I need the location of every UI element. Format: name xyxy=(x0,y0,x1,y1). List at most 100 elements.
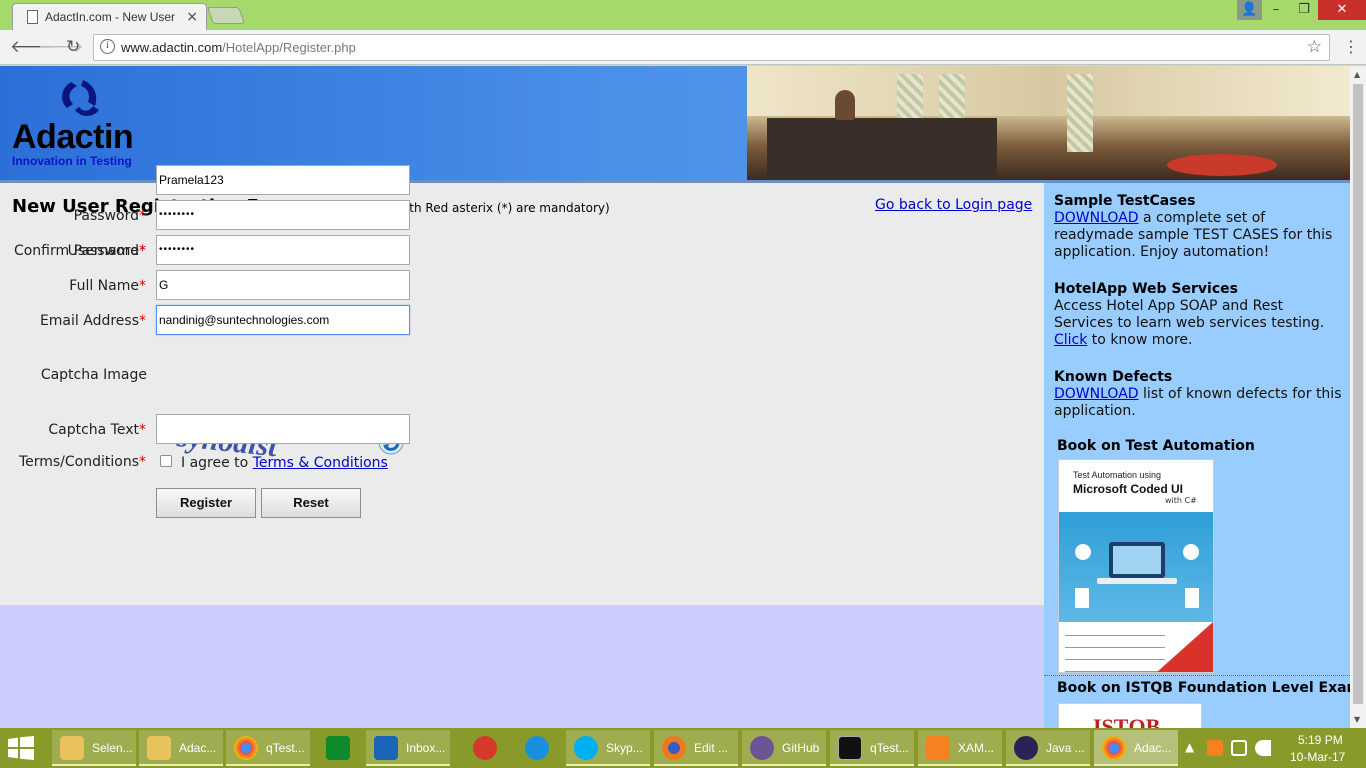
captcha-text-input[interactable] xyxy=(156,414,410,444)
folder-icon xyxy=(60,736,84,760)
email-label-text: Email Address xyxy=(39,313,139,329)
browser-menu-icon[interactable]: ⋮ xyxy=(1343,37,1359,56)
volume-muted-icon[interactable] xyxy=(1255,740,1271,756)
taskbar-item-cmd-qtest[interactable]: qTest... xyxy=(830,730,914,766)
taskbar-item-eclipse-java[interactable]: Java ... xyxy=(1006,730,1090,766)
scroll-thumb[interactable] xyxy=(1353,84,1363,704)
book1-cover-line2: Microsoft Coded UI xyxy=(1073,482,1183,496)
testcases-heading: Sample TestCases xyxy=(1054,193,1196,209)
github-icon xyxy=(750,736,774,760)
taskbar-item-chrome-qtest[interactable]: qTest... xyxy=(226,730,310,766)
taskbar-label: Adac... xyxy=(1134,741,1172,755)
confirm-password-input[interactable]: •••••••• xyxy=(156,235,410,265)
browser-tab-bar: AdactIn.com - New User × 👤 – ❐ ✕ xyxy=(0,0,1366,30)
email-input[interactable]: nandinig@suntechnologies.com xyxy=(156,305,410,335)
outlook-icon xyxy=(374,736,398,760)
book2-cover-text: ISTQB xyxy=(1093,714,1161,728)
defects-download-link[interactable]: DOWNLOAD xyxy=(1054,386,1139,402)
taskbar-item-internet-explorer[interactable] xyxy=(512,730,562,766)
terms-label: Terms/Conditions* xyxy=(19,454,146,470)
taskbar-item-chrome-adactin[interactable]: Adac... xyxy=(1094,730,1178,766)
sidebar: Sample TestCases DOWNLOAD a complete set… xyxy=(1044,183,1350,728)
url-path: /HotelApp/Register.php xyxy=(222,40,356,55)
webservices-text: Access Hotel App SOAP and Rest Services … xyxy=(1054,298,1344,349)
command-prompt-icon xyxy=(838,736,862,760)
eclipse-icon xyxy=(1014,736,1038,760)
user-profile-icon[interactable]: 👤 xyxy=(1237,0,1262,20)
minimize-button[interactable]: – xyxy=(1262,0,1290,20)
book2-cover-image[interactable]: ISTQB xyxy=(1058,703,1202,728)
webservices-heading: HotelApp Web Services xyxy=(1054,281,1238,297)
taskbar-item-xampp[interactable]: XAM... xyxy=(918,730,1002,766)
page-icon xyxy=(27,10,38,24)
browser-toolbar: 🡐 🡒 ↻ i www.adactin.com/HotelApp/Registe… xyxy=(0,30,1366,65)
back-to-login-link[interactable]: Go back to Login page xyxy=(875,197,1032,213)
required-asterisk: * xyxy=(139,422,146,438)
webservices-desc2: to know more. xyxy=(1087,332,1193,348)
testcases-text: DOWNLOAD a complete set of readymade sam… xyxy=(1054,210,1344,261)
book1-heading: Book on Test Automation xyxy=(1057,438,1255,454)
captcha-image-label: Captcha Image xyxy=(40,367,147,383)
taskbar-item-outlook[interactable]: Inbox... xyxy=(366,730,450,766)
tab-close-icon[interactable]: × xyxy=(186,9,198,25)
scroll-up-icon[interactable]: ▲ xyxy=(1354,70,1360,79)
chrome-icon xyxy=(1102,736,1126,760)
register-button[interactable]: Register xyxy=(156,488,256,518)
tray-expand-icon[interactable]: ▲ xyxy=(1185,740,1194,754)
bookmark-star-icon[interactable]: ☆ xyxy=(1307,37,1322,57)
address-url[interactable]: www.adactin.com/HotelApp/Register.php xyxy=(121,40,356,55)
url-host: www.adactin.com xyxy=(121,40,223,55)
taskbar-label: Edit ... xyxy=(694,741,729,755)
clock-date[interactable]: 10-Mar-17 xyxy=(1290,750,1345,764)
network-icon[interactable] xyxy=(1231,740,1247,756)
full-name-input[interactable]: G xyxy=(156,270,410,300)
captcha-text-label: Captcha Text* xyxy=(48,422,146,438)
reload-icon[interactable]: ↻ xyxy=(66,37,80,57)
taskbar-label: Java ... xyxy=(1046,741,1085,755)
new-tab-button[interactable] xyxy=(206,7,246,24)
taskbar-item-ccleaner[interactable] xyxy=(460,730,510,766)
terms-label-text: Terms/Conditions xyxy=(18,454,139,470)
taskbar-item-skype[interactable]: Skyp... xyxy=(566,730,650,766)
store-icon xyxy=(326,736,350,760)
taskbar-label: qTest... xyxy=(870,741,909,755)
page-scrollbar[interactable]: ▲ ▼ xyxy=(1350,66,1366,728)
webservices-click-link[interactable]: Click xyxy=(1054,332,1087,348)
site-info-icon[interactable]: i xyxy=(100,39,115,54)
password-label: Password* xyxy=(74,208,146,224)
agree-text: I agree to Terms & Conditions xyxy=(181,455,388,471)
taskbar-item-firefox[interactable]: Edit ... xyxy=(654,730,738,766)
agree-prefix: I agree to xyxy=(181,455,253,471)
firefox-icon xyxy=(662,736,686,760)
windows-start-icon[interactable] xyxy=(8,736,34,760)
clock-time[interactable]: 5:19 PM xyxy=(1298,733,1343,747)
username-input[interactable]: Pramela123 xyxy=(156,165,410,195)
book1-cover-image[interactable]: Test Automation using Microsoft Coded UI… xyxy=(1058,459,1214,673)
taskbar-item-github[interactable]: GitHub xyxy=(742,730,826,766)
taskbar-item-selenium-folder[interactable]: Selen... xyxy=(52,730,136,766)
browser-tab[interactable]: AdactIn.com - New User × xyxy=(12,3,207,30)
full-name-label-text: Full Name xyxy=(69,278,139,294)
taskbar-label: Skyp... xyxy=(606,741,643,755)
taskbar-label: XAM... xyxy=(958,741,995,755)
xampp-tray-icon[interactable] xyxy=(1207,740,1223,756)
terms-link[interactable]: Terms & Conditions xyxy=(253,455,388,471)
taskbar-item-adactin-folder[interactable]: Adac... xyxy=(139,730,223,766)
maximize-button[interactable]: ❐ xyxy=(1290,0,1318,20)
full-name-label: Full Name* xyxy=(69,278,146,294)
taskbar-label: Inbox... xyxy=(406,741,446,755)
required-asterisk: * xyxy=(139,243,146,259)
book1-cover-line1: Test Automation using xyxy=(1073,470,1162,480)
scroll-down-icon[interactable]: ▼ xyxy=(1354,715,1360,724)
defects-text: DOWNLOAD list of known defects for this … xyxy=(1054,386,1344,420)
reset-button[interactable]: Reset xyxy=(261,488,361,518)
address-bar[interactable]: i www.adactin.com/HotelApp/Register.php … xyxy=(93,34,1330,61)
terms-checkbox[interactable] xyxy=(160,455,172,467)
testcases-download-link[interactable]: DOWNLOAD xyxy=(1054,210,1139,226)
taskbar-label: GitHub xyxy=(782,741,820,755)
close-window-button[interactable]: ✕ xyxy=(1318,0,1366,20)
taskbar-item-store[interactable] xyxy=(313,730,363,766)
required-asterisk: * xyxy=(139,313,146,329)
chrome-icon xyxy=(234,736,258,760)
password-input[interactable]: •••••••• xyxy=(156,200,410,230)
